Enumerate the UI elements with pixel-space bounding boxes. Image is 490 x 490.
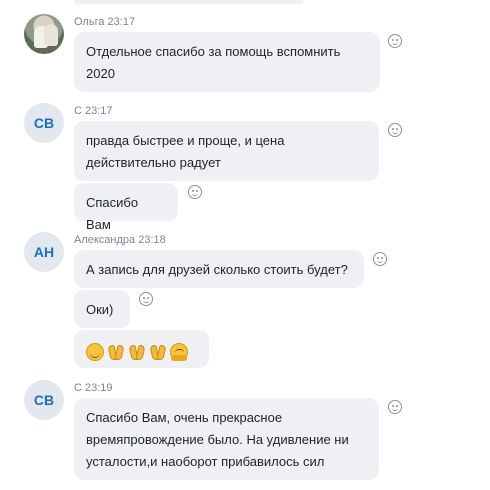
folded-hands-emoji-icon bbox=[149, 343, 167, 361]
message-header: С 23:17 bbox=[74, 105, 113, 117]
avatar-initials: СВ bbox=[33, 115, 55, 131]
message-bubble[interactable]: Оки) bbox=[74, 290, 130, 328]
message-line: Спасибо Вам, очень прекрасное bbox=[86, 410, 283, 425]
message-bubble[interactable]: Отдельное спасибо за помощь вспомнить 20… bbox=[74, 32, 380, 92]
message-line: действительно радует bbox=[86, 155, 221, 170]
hugging-face-emoji-icon bbox=[170, 342, 188, 361]
sender-name[interactable]: Ольга bbox=[74, 16, 104, 28]
message-line: Оки) bbox=[86, 302, 114, 317]
add-reaction-icon[interactable] bbox=[373, 252, 387, 266]
add-reaction-icon[interactable] bbox=[139, 292, 153, 306]
folded-hands-emoji-icon bbox=[107, 343, 125, 361]
message-bubble[interactable]: правда быстрее и проще, и цена действите… bbox=[74, 121, 379, 181]
sender-name[interactable]: Александра bbox=[74, 234, 135, 246]
message-header: Ольга 23:17 bbox=[74, 16, 135, 28]
message-line: А запись для друзей сколько стоить будет… bbox=[86, 262, 348, 277]
message-time: 23:17 bbox=[85, 105, 113, 117]
message-time: 23:19 bbox=[85, 382, 113, 394]
add-reaction-icon[interactable] bbox=[388, 34, 402, 48]
message-line: усталости,и наоборот прибавилось сил bbox=[86, 454, 325, 469]
add-reaction-icon[interactable] bbox=[388, 123, 402, 137]
previous-message-bubble-edge bbox=[74, 0, 304, 4]
message-line: Отдельное спасибо за помощь вспомнить bbox=[86, 44, 341, 59]
message-bubble[interactable]: Спасибо Вам, очень прекрасное времяпрово… bbox=[74, 398, 379, 480]
message-bubble[interactable]: А запись для друзей сколько стоить будет… bbox=[74, 250, 364, 288]
avatar-initials: АН bbox=[33, 244, 55, 260]
message-line: правда быстрее и проще, и цена bbox=[86, 133, 285, 148]
message-header: Александра 23:18 bbox=[74, 234, 166, 246]
sender-name[interactable]: С bbox=[74, 105, 82, 117]
avatar-sv[interactable]: СВ bbox=[24, 380, 64, 420]
avatar-an[interactable]: АН bbox=[24, 232, 64, 272]
add-reaction-icon[interactable] bbox=[188, 185, 202, 199]
chat-message-list: Ольга 23:17 Отдельное спасибо за помощь … bbox=[0, 0, 490, 490]
message-time: 23:18 bbox=[138, 234, 166, 246]
folded-hands-emoji-icon bbox=[128, 343, 146, 361]
avatar-sv[interactable]: СВ bbox=[24, 103, 64, 143]
message-bubble[interactable]: Спасибо Вам bbox=[74, 183, 178, 232]
add-reaction-icon[interactable] bbox=[388, 400, 402, 414]
avatar-initials: СВ bbox=[33, 392, 55, 408]
message-line: времяпровождение было. На удивление ни bbox=[86, 432, 349, 447]
avatar-olga[interactable] bbox=[24, 14, 64, 54]
avatar-photo-figure bbox=[44, 24, 58, 46]
sender-name[interactable]: С bbox=[74, 382, 82, 394]
message-line: Спасибо Вам bbox=[86, 195, 139, 232]
message-line: 2020 bbox=[86, 66, 115, 81]
emoji-message-bubble[interactable] bbox=[74, 330, 209, 368]
grinning-face-emoji-icon bbox=[86, 342, 104, 361]
message-time: 23:17 bbox=[107, 16, 136, 28]
message-header: С 23:19 bbox=[74, 382, 113, 394]
